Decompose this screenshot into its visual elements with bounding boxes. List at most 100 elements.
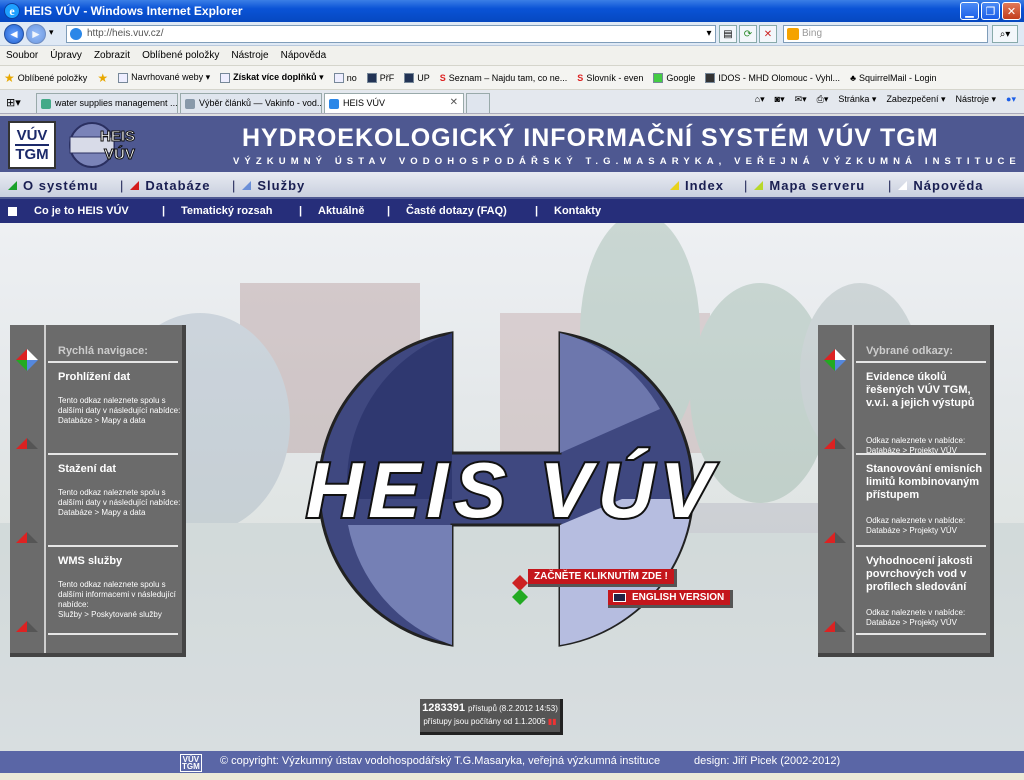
address-input[interactable]: http://heis.vuv.cz/	[66, 25, 716, 43]
history-dropdown-icon[interactable]: ▾	[49, 27, 54, 38]
address-toolbar: ◄ ► ▾ http://heis.vuv.cz/ ▾ ▤ ⟳ ✕ Bing ⌕…	[0, 22, 1024, 46]
tab-heis-vuv[interactable]: HEIS VÚV ✕	[324, 93, 464, 113]
fav-link[interactable]: ♣ SquirrelMail - Login	[850, 73, 936, 83]
favorites-button[interactable]: ★ Oblíbené položky	[4, 71, 87, 85]
window-titlebar: e HEIS VÚV - Windows Internet Explorer ▁…	[0, 0, 1024, 22]
shield-icon	[404, 72, 415, 83]
quick-navigation-panel: Rychlá navigace: Prohlížení dat Tento od…	[10, 325, 186, 657]
footer-design: design: Jiří Picek (2002-2012)	[694, 755, 841, 767]
fav-link[interactable]: Google	[653, 72, 695, 83]
big-logo-text: HEIS VÚV	[306, 446, 718, 534]
color-diamond-icon	[512, 575, 528, 605]
squirrel-icon: ♣	[850, 72, 856, 83]
window-title: HEIS VÚV - Windows Internet Explorer	[24, 4, 243, 18]
quick-nav-item[interactable]: WMS služby Tento odkaz naleznete spolu s…	[58, 555, 188, 620]
start-button[interactable]: ZAČNĚTE KLIKNUTÍM ZDE !	[528, 569, 677, 587]
main-nav: O systému | Databáze | Služby Index | Mapa …	[0, 172, 1024, 199]
nav-diamond-icon	[16, 438, 38, 449]
minimize-button[interactable]: ▁	[960, 2, 979, 20]
new-tab-button[interactable]	[466, 93, 490, 113]
nav-napoveda[interactable]: | Nápověda	[888, 178, 984, 193]
visit-counter: 1283391 přístupů (8.2.2012 14:53) přístu…	[420, 699, 563, 735]
compat-view-icon[interactable]: ▤	[719, 25, 737, 43]
fav-link[interactable]: IDOS - MHD Olomouc - Vyhl...	[705, 72, 840, 83]
menu-stranka[interactable]: Stránka ▾	[838, 94, 876, 105]
nav-diamond-icon	[824, 621, 846, 632]
nav-o-systemu[interactable]: O systému	[8, 178, 98, 193]
quick-tabs-icon[interactable]: ⊞▾	[6, 96, 21, 109]
subnav-tematicky-rozsah[interactable]: Tematický rozsah	[181, 205, 273, 217]
nav-mapa-serveru[interactable]: | Mapa serveru	[744, 178, 865, 193]
quick-nav-item[interactable]: Stažení dat Tento odkaz naleznete spolu …	[58, 463, 188, 518]
maximize-button[interactable]: ❐	[981, 2, 1000, 20]
uk-flag-icon	[613, 593, 626, 602]
menu-oblibene[interactable]: Oblíbené položky	[142, 50, 219, 61]
favorites-bar: ★ Oblíbené položky ★ Navrhované weby ▾ Zí…	[0, 66, 1024, 90]
fav-link[interactable]: UP	[404, 72, 430, 83]
add-favorite-button[interactable]: ★	[97, 71, 108, 85]
menu-nastroje-cmd[interactable]: Nástroje ▾	[956, 94, 997, 105]
print-icon[interactable]: ⎙▾	[817, 94, 829, 105]
quick-nav-item[interactable]: Prohlížení dat Tento odkaz naleznete spo…	[58, 371, 188, 426]
menu-napoveda[interactable]: Nápověda	[281, 50, 327, 61]
seznam-icon: S	[577, 72, 584, 83]
page-icon	[118, 72, 129, 83]
seznam-icon: S	[439, 72, 446, 83]
tab-bar: ⊞▾ water supplies management ... Výběr č…	[0, 90, 1024, 114]
mail-icon[interactable]: ✉▾	[795, 94, 807, 105]
selected-link-item[interactable]: Vyhodnocení jakosti povrchových vod v pr…	[866, 555, 990, 628]
selected-links-heading: Vybrané odkazy:	[866, 345, 954, 357]
selected-link-item[interactable]: Stanovování emisních limitů kombinovaným…	[866, 463, 990, 536]
close-button[interactable]: ✕	[1002, 2, 1021, 20]
heis-vuv-logo[interactable]: HEIS VÚV	[66, 121, 166, 169]
nav-databaze[interactable]: | Databáze	[120, 178, 210, 193]
english-version-button[interactable]: ENGLISH VERSION	[608, 590, 734, 608]
tab-vakinfo[interactable]: Výběr článků — Vakinfo - vod...	[180, 93, 322, 113]
menu-zabezpeceni[interactable]: Zabezpečení ▾	[886, 94, 945, 105]
main-content: HEIS VÚV ZAČNĚTE KLIKNUTÍM ZDE ! ENGLISH…	[0, 223, 1024, 751]
blue-triangle-icon	[242, 181, 252, 190]
home-icon[interactable]: ⌂▾	[755, 94, 765, 105]
fav-link[interactable]: S Slovník - even	[577, 73, 643, 83]
site-title: HYDROEKOLOGICKÝ INFORMAČNÍ SYSTÉM VÚV TG…	[242, 124, 939, 152]
stop-icon[interactable]: ✕	[759, 25, 777, 43]
address-dropdown-icon[interactable]: ▾	[703, 26, 715, 40]
refresh-icon[interactable]: ⟳	[739, 25, 757, 43]
subnav-kontakty[interactable]: Kontakty	[554, 205, 601, 217]
subnav-co-je[interactable]: Co je to HEIS VÚV	[34, 205, 129, 217]
bing-icon	[787, 28, 799, 40]
nav-sluzby[interactable]: | Služby	[232, 178, 305, 193]
fav-link[interactable]: no	[333, 72, 357, 83]
status-bar	[0, 773, 1024, 780]
selected-links-panel: Vybrané odkazy: Evidence úkolů řešených …	[818, 325, 994, 657]
page-icon	[70, 28, 82, 40]
fav-link[interactable]: Navrhované weby ▾	[118, 72, 210, 83]
stats-chart-icon[interactable]: ▮▮	[548, 717, 557, 726]
lime-triangle-icon	[754, 181, 764, 190]
fav-link[interactable]: S Seznam – Najdu tam, co ne...	[440, 73, 568, 83]
close-tab-icon[interactable]: ✕	[450, 97, 458, 108]
tab-water-supplies[interactable]: water supplies management ...	[36, 93, 178, 113]
subnav-aktualne[interactable]: Aktuálně	[318, 205, 364, 217]
menu-zobrazit[interactable]: Zobrazit	[94, 50, 130, 61]
rss-icon[interactable]: ◙▾	[775, 94, 785, 105]
nav-diamond-icon	[16, 621, 38, 632]
nav-diamond-icon	[16, 532, 38, 543]
footer-logo: VÚV TGM	[180, 754, 202, 772]
forward-button[interactable]: ►	[26, 24, 46, 44]
fav-link[interactable]: PřF	[366, 72, 394, 83]
back-button[interactable]: ◄	[4, 24, 24, 44]
menu-soubor[interactable]: Soubor	[6, 50, 38, 61]
fav-link[interactable]: Získat více doplňků ▾	[220, 72, 324, 83]
subnav-faq[interactable]: Časté dotazy (FAQ)	[406, 205, 507, 217]
search-button[interactable]: ⌕▾	[992, 25, 1018, 43]
menu-nastroje[interactable]: Nástroje	[231, 50, 268, 61]
vuv-tgm-logo[interactable]: VÚV TGM	[8, 121, 56, 169]
search-input[interactable]: Bing	[783, 25, 988, 43]
nav-index[interactable]: Index	[670, 178, 724, 193]
menu-upravy[interactable]: Úpravy	[50, 50, 82, 61]
help-icon[interactable]: ●▾	[1006, 94, 1016, 105]
selected-link-item[interactable]: Evidence úkolů řešených VÚV TGM, v.v.i. …	[866, 371, 990, 456]
nav-diamond-icon	[16, 349, 38, 371]
ie-icon	[329, 99, 339, 109]
